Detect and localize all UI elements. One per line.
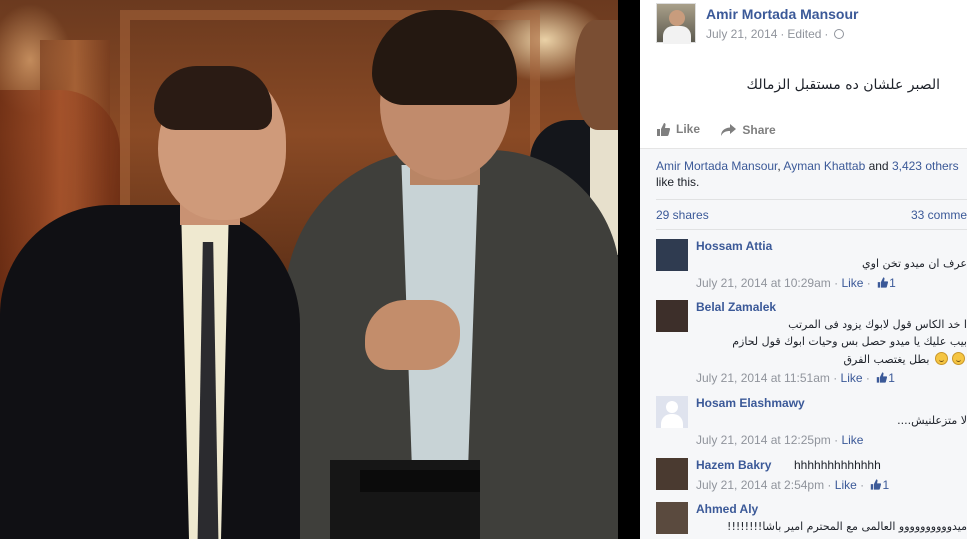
likes-summary: Amir Mortada Mansour, Ayman Khattab and … <box>656 158 967 190</box>
photo-person-center-hand <box>365 300 460 370</box>
liker-link[interactable]: Ayman Khattab <box>783 159 865 173</box>
meta-separator: · <box>863 276 875 290</box>
comment-text-with-emoji: بطل يغتصب الفرق <box>843 352 967 366</box>
liker-link[interactable]: Amir Mortada Mansour <box>656 159 777 173</box>
smiley-emoji-icon <box>952 352 965 365</box>
post-actions: Like Share <box>656 122 794 142</box>
post-date[interactable]: July 21, 2014 <box>706 27 777 41</box>
photo-viewer[interactable] <box>0 0 640 539</box>
shares-link[interactable]: 29 shares <box>656 208 709 222</box>
comment-text: بطل يغتصب الفرق <box>843 353 930 366</box>
meta-separator: · <box>862 371 874 385</box>
like-label: Like <box>676 122 701 136</box>
author-name[interactable]: Amir Mortada Mansour <box>706 6 858 22</box>
comment-meta: July 21, 2014 at 11:51am · Like · 1 <box>696 371 895 385</box>
photo-person-left-hair <box>154 66 272 130</box>
comment-item: Belal Zamalek ا خد الكاس قول لابوك يزود … <box>656 300 967 390</box>
share-arrow-icon <box>721 123 737 136</box>
meta-separator: · <box>829 371 841 385</box>
meta-separator: · <box>824 478 835 492</box>
comment-text: لا متزعلنيش.... <box>897 414 967 427</box>
commenter-avatar[interactable] <box>656 502 688 534</box>
comment-like-link[interactable]: Like <box>835 478 857 492</box>
comment-meta: July 21, 2014 at 2:54pm · Like · 1 <box>696 478 889 492</box>
commenter-avatar[interactable] <box>656 396 688 428</box>
meta-separator: · <box>830 433 842 447</box>
globe-icon[interactable] <box>834 29 845 39</box>
commenter-avatar[interactable] <box>656 300 688 332</box>
comment-text: عرف ان ميدو تخن اوي <box>862 257 967 270</box>
comment-like-link[interactable]: Like <box>841 371 863 385</box>
like-button[interactable]: Like <box>656 122 700 136</box>
comment-like-count[interactable]: 1 <box>888 371 895 385</box>
comment-text: ا خد الكاس قول لابوك يزود فى المرتب <box>788 318 967 331</box>
commenter-avatar[interactable] <box>656 239 688 271</box>
comment-item: Hossam Attia عرف ان ميدو تخن اوي July 21… <box>656 239 967 295</box>
others-link[interactable]: 3,423 others <box>892 159 959 173</box>
feedback-panel: Amir Mortada Mansour, Ayman Khattab and … <box>640 148 967 539</box>
comment-like-count[interactable]: 1 <box>882 478 889 492</box>
commenter-name[interactable]: Belal Zamalek <box>696 300 776 314</box>
post-status-text: الصبر علشان ده مستقبل الزمالك <box>746 77 940 93</box>
thumbs-up-icon <box>871 479 882 490</box>
meta-separator: · <box>824 27 829 41</box>
commenter-avatar[interactable] <box>656 458 688 490</box>
comment-time[interactable]: July 21, 2014 at 11:51am <box>696 371 830 385</box>
post-photo[interactable] <box>0 0 625 539</box>
comment-like-count[interactable]: 1 <box>889 276 896 290</box>
divider <box>656 199 967 200</box>
meta-separator: · <box>856 478 868 492</box>
share-label: Share <box>742 122 776 137</box>
comment-time[interactable]: July 21, 2014 at 10:29am <box>696 276 831 290</box>
divider <box>656 229 967 230</box>
thumbs-up-icon <box>877 372 888 383</box>
photo-person-center-belt <box>360 470 480 492</box>
share-button[interactable]: Share <box>721 122 776 137</box>
smiley-emoji-icon <box>935 352 948 365</box>
comment-like-link[interactable]: Like <box>841 433 863 447</box>
comment-item: Hosam Elashmawy لا متزعلنيش.... July 21,… <box>656 396 967 452</box>
comment-like-link[interactable]: Like <box>841 276 863 290</box>
post-meta: July 21, 2014 · Edited · <box>706 27 845 41</box>
likes-suffix: like this. <box>656 175 700 189</box>
author-avatar[interactable] <box>656 3 696 44</box>
comment-meta: July 21, 2014 at 10:29am · Like · 1 <box>696 276 896 290</box>
comment-item: Ahmed Aly ميدوووووووووو العالمى مع المحت… <box>656 502 967 539</box>
likes-and-text: and <box>865 159 892 173</box>
comment-item: Hazem Bakry hhhhhhhhhhhhh July 21, 2014 … <box>656 458 967 498</box>
commenter-name[interactable]: Ahmed Aly <box>696 502 758 516</box>
meta-separator: · <box>780 27 785 41</box>
meta-separator: · <box>830 276 842 290</box>
comment-text: بيب عليك يا ميدو حصل بس وحيات ابوك قول ل… <box>732 335 967 348</box>
photo-person-left-body <box>0 205 300 539</box>
comments-count-link[interactable]: 33 comme <box>911 208 967 222</box>
post-header: Amir Mortada Mansour July 21, 2014 · Edite… <box>656 3 967 45</box>
post-sidebar: Amir Mortada Mansour July 21, 2014 · Edite… <box>640 0 967 539</box>
commenter-name[interactable]: Hazem Bakry <box>696 458 771 472</box>
comment-time[interactable]: July 21, 2014 at 2:54pm <box>696 478 824 492</box>
photo-letterbox <box>618 0 640 539</box>
edited-label[interactable]: Edited <box>787 27 821 41</box>
comment-meta: July 21, 2014 at 12:25pm · Like <box>696 433 863 447</box>
commenter-name[interactable]: Hossam Attia <box>696 239 772 253</box>
comment-text: ميدوووووووووو العالمى مع المحترم امير با… <box>727 520 967 533</box>
comment-text: hhhhhhhhhhhhh <box>794 458 881 472</box>
thumbs-up-icon <box>877 277 889 288</box>
thumbs-up-icon <box>657 122 670 136</box>
commenter-name[interactable]: Hosam Elashmawy <box>696 396 805 410</box>
shares-row: 29 shares 33 comme <box>656 208 967 222</box>
comment-time[interactable]: July 21, 2014 at 12:25pm <box>696 433 831 447</box>
